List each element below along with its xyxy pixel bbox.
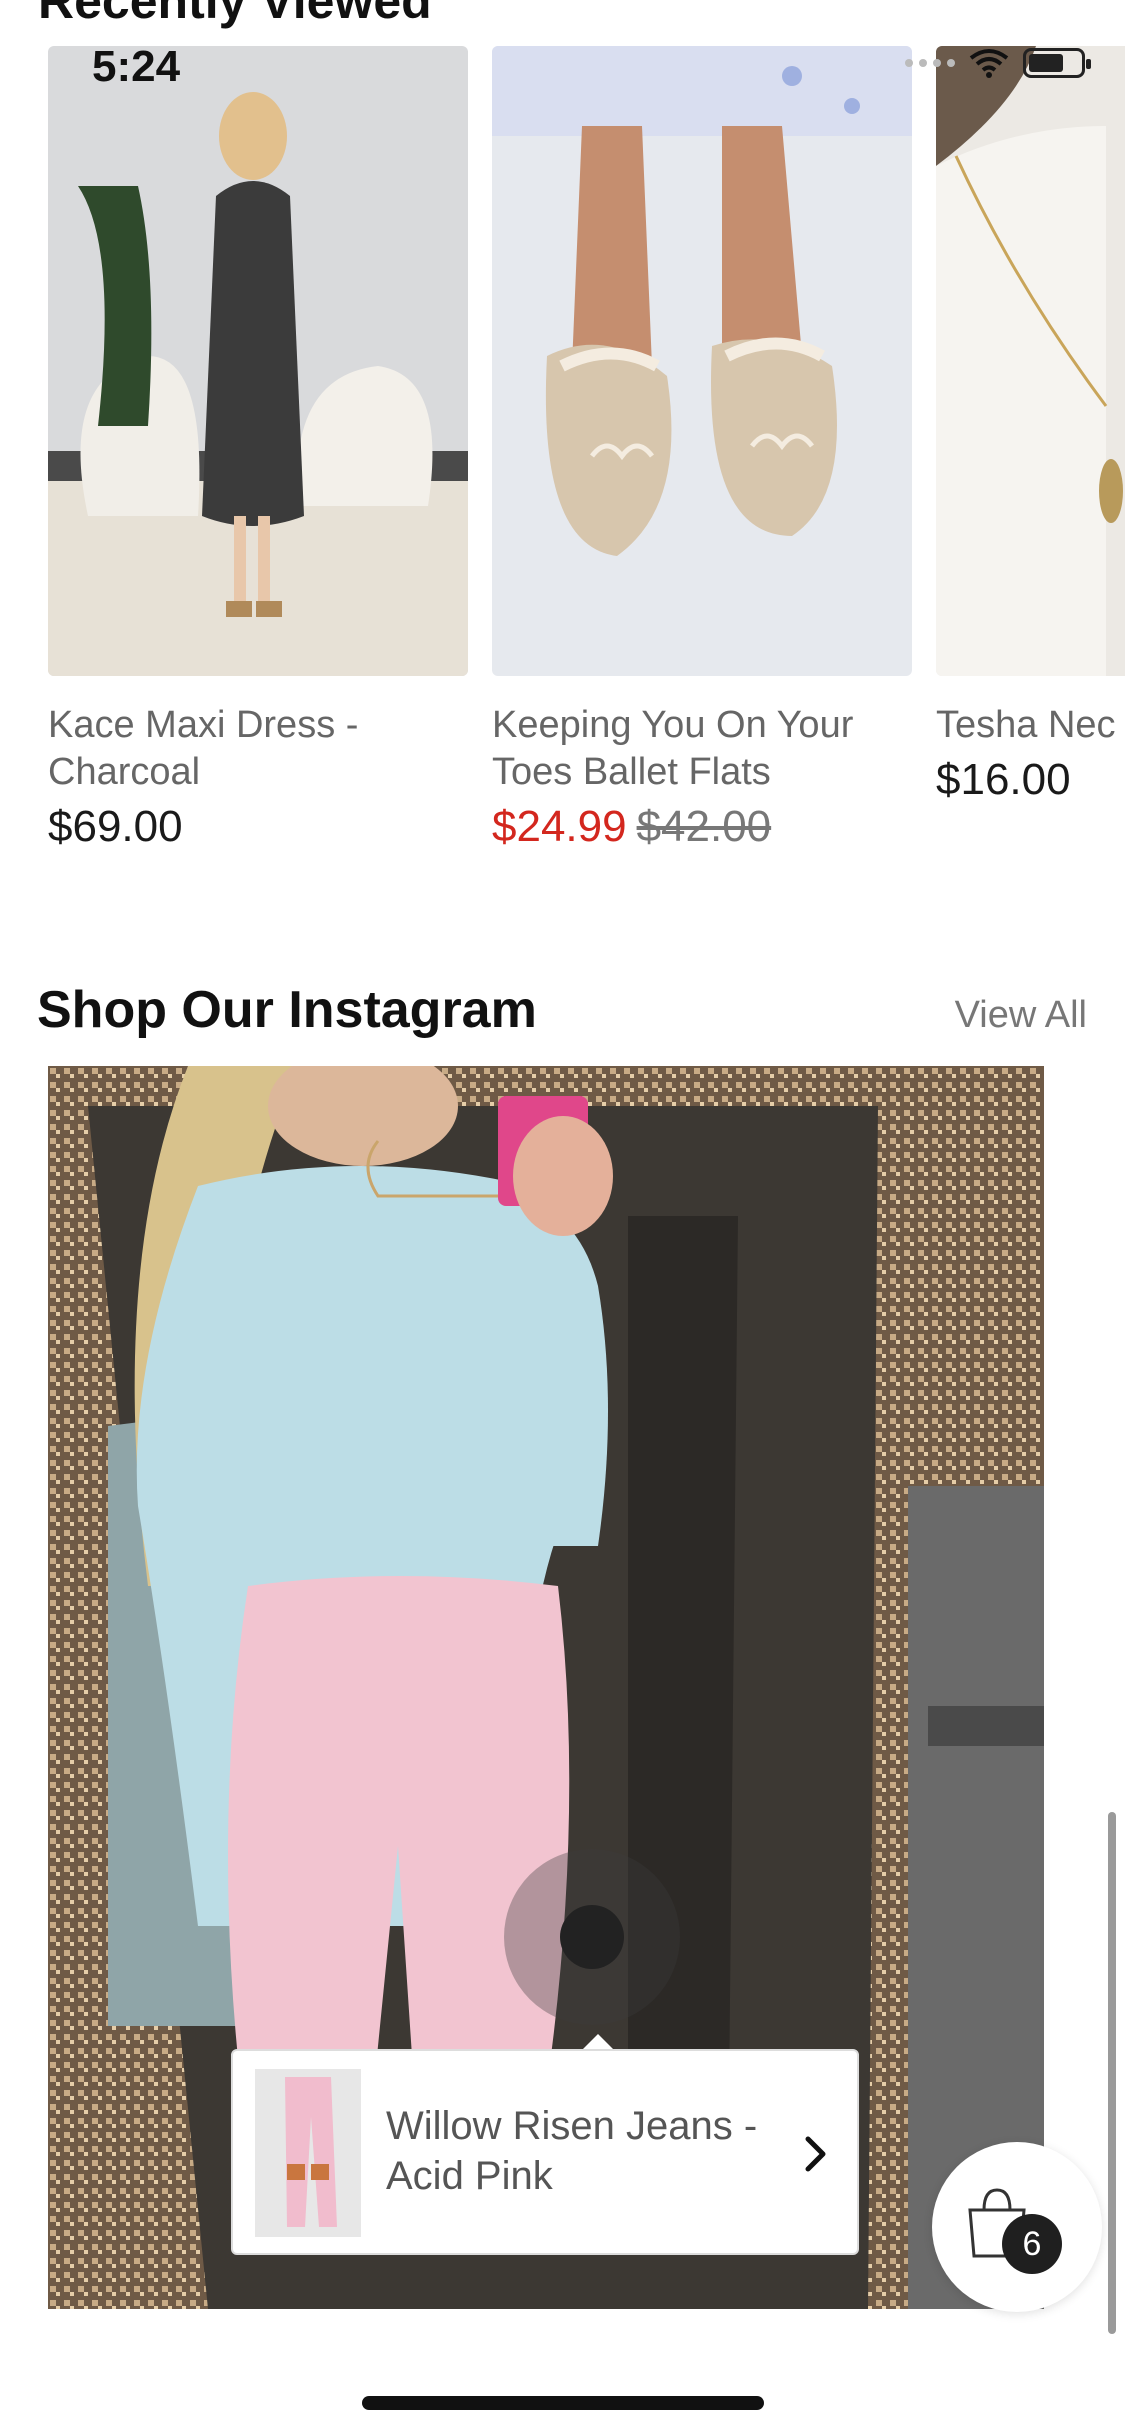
status-icons [905,48,1091,78]
status-time: 5:24 [92,42,181,91]
view-all-link[interactable]: View All [955,994,1087,1037]
scrollbar[interactable] [1108,1812,1116,2334]
battery-icon [1023,48,1091,78]
product-card[interactable]: Kace Maxi Dress - Charcoal $69.00 [48,46,468,852]
product-image-necklace[interactable] [936,46,1125,676]
original-price: $42.00 [636,802,772,851]
tagged-product-thumbnail[interactable] [255,2069,361,2237]
product-hotspot[interactable] [560,1905,624,1969]
wifi-icon [969,49,1009,78]
product-carousel[interactable]: Kace Maxi Dress - Charcoal $69.00 Keepin… [0,46,1125,866]
product-name[interactable]: Keeping You On Your Toes Ballet Flats [492,702,912,796]
product-image-flats[interactable] [492,46,912,676]
instagram-post-image[interactable]: Willow Risen Jeans - Acid Pink [48,1066,1044,2309]
section-title: Shop Our Instagram [37,981,537,1039]
product-image-dress[interactable] [48,46,468,676]
product-name[interactable]: Tesha Nec [936,702,1125,749]
product-price: $16.00 [936,755,1071,804]
status-bar: 5:24 [0,0,1125,130]
chevron-right-icon[interactable] [803,2129,829,2179]
cart-count-badge: 6 [1002,2214,1062,2274]
product-price: $69.00 [48,802,183,851]
sale-price: $24.99 [492,802,627,851]
home-indicator[interactable] [362,2396,764,2410]
cellular-signal-icon [905,59,955,67]
product-price: $24.99 $42.00 [492,802,912,852]
tagged-product-popup[interactable]: Willow Risen Jeans - Acid Pink [231,2049,859,2255]
product-name[interactable]: Kace Maxi Dress - Charcoal [48,702,468,796]
tagged-product-name[interactable]: Willow Risen Jeans - Acid Pink [386,2101,766,2201]
cart-button[interactable]: 6 [932,2142,1102,2312]
product-card[interactable]: Tesha Nec $16.00 [936,46,1125,805]
product-card[interactable]: Keeping You On Your Toes Ballet Flats $2… [492,46,912,852]
instagram-section-header: Shop Our Instagram View All [37,980,1087,1040]
